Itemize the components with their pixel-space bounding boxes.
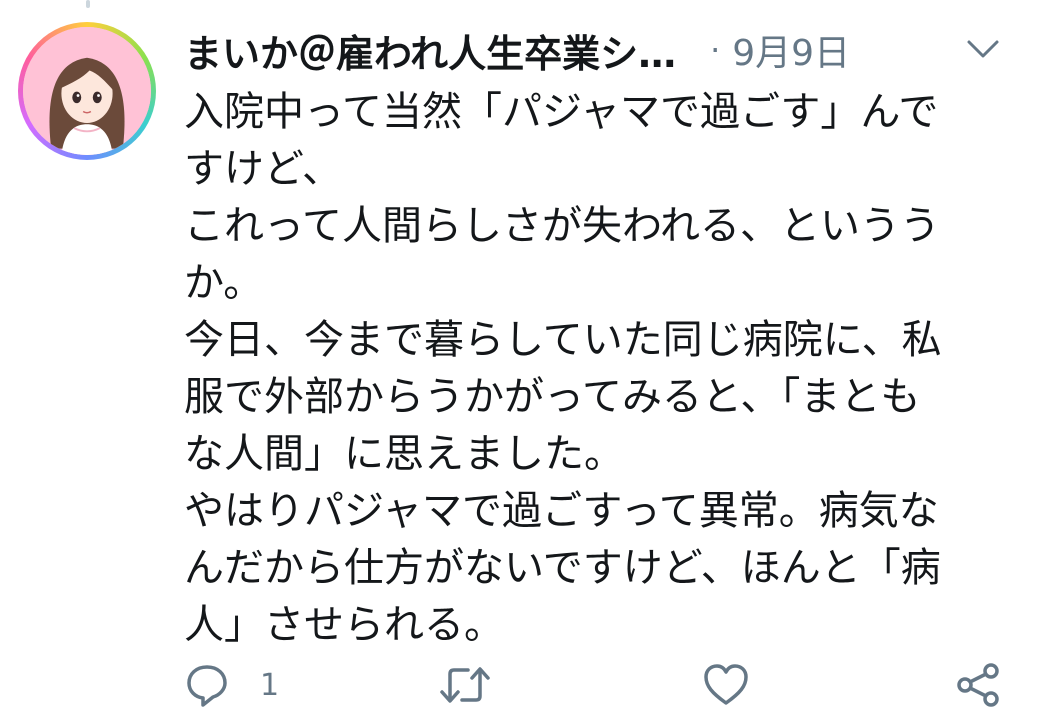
thread-connector-line xyxy=(86,0,90,8)
share-button[interactable] xyxy=(954,660,1002,710)
chevron-down-icon[interactable] xyxy=(966,38,1000,62)
header-separator: · xyxy=(710,31,721,69)
tweet-text-line: 服で外部からうかがってみると、「まとも xyxy=(184,374,921,420)
heart-icon xyxy=(704,664,748,705)
tweet-text-line: すけど、 xyxy=(184,146,342,192)
tweet-header: まいか＠雇われ人生卒業シ… · 9月9日 xyxy=(184,22,1012,78)
tweet-text-line: な人間」に思えました。 xyxy=(184,431,624,477)
tweet-text-line: 今日、今まで暮らしていた同じ病院に、私 xyxy=(184,317,942,363)
like-button[interactable] xyxy=(702,660,750,710)
tweet-text-line: か。 xyxy=(184,260,264,306)
tweet-text-line: やはりパジャマで過ごすって異常。病気な xyxy=(184,488,939,534)
tweet-date[interactable]: 9月9日 xyxy=(732,24,850,76)
tweet-text-line: んだから仕方がないですけど、ほんと「病 xyxy=(184,545,941,591)
tweet-text-line: これって人間らしさが失われる、というう xyxy=(184,203,940,249)
retweet-button[interactable] xyxy=(438,660,492,710)
tweet-actions: 1 xyxy=(184,660,1014,710)
author-avatar[interactable] xyxy=(18,22,156,160)
retweet-icon xyxy=(440,667,490,703)
tweet-body: 入院中って当然「パジャマで過ごす」んで すけど、 これって人間らしさが失われる、… xyxy=(184,84,1004,654)
reply-icon xyxy=(187,665,227,707)
reply-count: 1 xyxy=(260,667,280,703)
tweet-text-line: 入院中って当然「パジャマで過ごす」んで xyxy=(184,89,939,135)
avatar-illustration-icon xyxy=(23,27,151,155)
share-icon xyxy=(957,663,999,707)
reply-button[interactable]: 1 xyxy=(184,660,279,710)
author-display-name[interactable]: まいか＠雇われ人生卒業シ… xyxy=(184,23,676,78)
tweet-text-line: 人」させられる。 xyxy=(184,602,504,648)
